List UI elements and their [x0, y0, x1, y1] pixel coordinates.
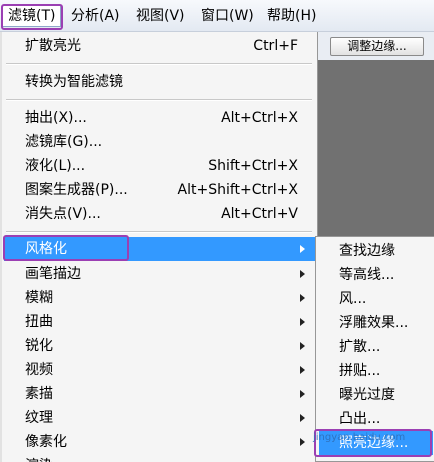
menu-item-distort[interactable]: 扭曲: [4, 310, 316, 334]
submenu-item-diffuse[interactable]: 扩散...: [319, 335, 433, 359]
menu-item-pixelate[interactable]: 像素化: [4, 430, 316, 454]
menu-help[interactable]: 帮助(H): [262, 5, 321, 27]
refine-edge-button[interactable]: 调整边缘...: [330, 37, 424, 56]
menu-item-label: 抽出(X)...: [25, 110, 87, 126]
menu-item-convert-smart-filter[interactable]: 转换为智能滤镜: [4, 70, 316, 94]
submenu-item-solarize[interactable]: 曝光过度: [319, 383, 433, 407]
menu-item-sketch[interactable]: 素描: [4, 382, 316, 406]
menu-window[interactable]: 窗口(W): [196, 5, 259, 27]
menu-item-label: 液化(L)...: [25, 158, 86, 174]
submenu-arrow-icon: [300, 294, 305, 302]
workspace-background: [318, 60, 434, 240]
menu-item-label: 转换为智能滤镜: [25, 74, 123, 90]
menu-item-label: 素描: [25, 386, 53, 402]
stylize-submenu: 查找边缘 等高线... 风... 浮雕效果... 扩散... 拼贴... 曝光过…: [315, 236, 434, 462]
submenu-arrow-icon: [300, 270, 305, 278]
submenu-item-label: 凸出...: [339, 411, 381, 427]
menu-item-render[interactable]: 渲染: [4, 454, 316, 462]
menu-item-texture[interactable]: 纹理: [4, 406, 316, 430]
menu-item-label: 消失点(V)...: [25, 206, 101, 222]
submenu-item-tiles[interactable]: 拼贴...: [319, 359, 433, 383]
submenu-item-trace-contour[interactable]: 等高线...: [319, 263, 433, 287]
menu-item-shortcut: Ctrl+F: [253, 38, 298, 54]
submenu-item-label: 曝光过度: [339, 387, 395, 403]
menu-item-blur[interactable]: 模糊: [4, 286, 316, 310]
menu-item-video[interactable]: 视频: [4, 358, 316, 382]
submenu-item-label: 拼贴...: [339, 363, 381, 379]
menu-item-pattern-maker[interactable]: 图案生成器(P)... Alt+Shift+Ctrl+X: [4, 178, 316, 202]
menu-item-label: 视频: [25, 362, 53, 378]
menu-item-shortcut: Alt+Shift+Ctrl+X: [177, 182, 298, 198]
submenu-item-extrude[interactable]: 凸出...: [319, 407, 433, 431]
submenu-item-label: 风...: [339, 291, 367, 307]
menu-separator: [6, 99, 312, 101]
submenu-arrow-icon: [300, 245, 305, 253]
menu-item-label: 画笔描边: [25, 266, 81, 282]
submenu-arrow-icon: [300, 342, 305, 350]
submenu-item-label: 等高线...: [339, 267, 395, 283]
menu-item-vanishing-point[interactable]: 消失点(V)... Alt+Ctrl+V: [4, 202, 316, 226]
submenu-arrow-icon: [300, 366, 305, 374]
submenu-item-label: 查找边缘: [339, 243, 395, 259]
submenu-arrow-icon: [300, 318, 305, 326]
menu-analysis[interactable]: 分析(A): [66, 5, 125, 27]
menu-item-label: 扭曲: [25, 314, 53, 330]
menu-separator: [6, 63, 312, 65]
menu-item-stylize[interactable]: 风格化: [4, 237, 316, 261]
submenu-item-emboss[interactable]: 浮雕效果...: [319, 311, 433, 335]
options-bar: 调整边缘...: [318, 32, 434, 60]
menu-view[interactable]: 视图(V): [131, 5, 190, 27]
menu-gutter: [0, 32, 2, 462]
menu-item-sharpen[interactable]: 锐化: [4, 334, 316, 358]
menu-item-filter-gallery[interactable]: 滤镜库(G)...: [4, 130, 316, 154]
menu-item-label: 像素化: [25, 434, 67, 450]
menu-item-brush-strokes[interactable]: 画笔描边: [4, 262, 316, 286]
menu-filter[interactable]: 滤镜(T): [2, 5, 62, 27]
submenu-arrow-icon: [300, 390, 305, 398]
menu-item-label: 纹理: [25, 410, 53, 426]
menu-item-label: 扩散亮光: [25, 38, 81, 54]
submenu-item-label: 扩散...: [339, 339, 381, 355]
menu-item-liquify[interactable]: 液化(L)... Shift+Ctrl+X: [4, 154, 316, 178]
menu-item-label: 滤镜库(G)...: [25, 134, 103, 150]
submenu-arrow-icon: [300, 414, 305, 422]
submenu-item-wind[interactable]: 风...: [319, 287, 433, 311]
menu-item-shortcut: Shift+Ctrl+X: [208, 158, 298, 174]
menu-item-label: 图案生成器(P)...: [25, 182, 128, 198]
filter-menu: 扩散亮光 Ctrl+F 转换为智能滤镜 抽出(X)... Alt+Ctrl+X …: [0, 32, 318, 462]
submenu-item-label: 浮雕效果...: [339, 315, 409, 331]
submenu-item-find-edges[interactable]: 查找边缘: [319, 239, 433, 263]
menu-item-label: 模糊: [25, 290, 53, 306]
menu-item-extract[interactable]: 抽出(X)... Alt+Ctrl+X: [4, 106, 316, 130]
menu-item-label: 风格化: [25, 241, 67, 257]
menu-separator: [6, 231, 312, 233]
submenu-arrow-icon: [300, 438, 305, 446]
watermark-text: jingyan.baidu.com: [313, 432, 406, 443]
menu-item-shortcut: Alt+Ctrl+X: [221, 110, 298, 126]
menu-item-label: 渲染: [25, 454, 53, 462]
menu-item-last-filter[interactable]: 扩散亮光 Ctrl+F: [4, 34, 316, 58]
menu-item-shortcut: Alt+Ctrl+V: [221, 206, 298, 222]
menu-item-label: 锐化: [25, 338, 53, 354]
menu-bar: 滤镜(T) 分析(A) 视图(V) 窗口(W) 帮助(H): [0, 0, 434, 32]
